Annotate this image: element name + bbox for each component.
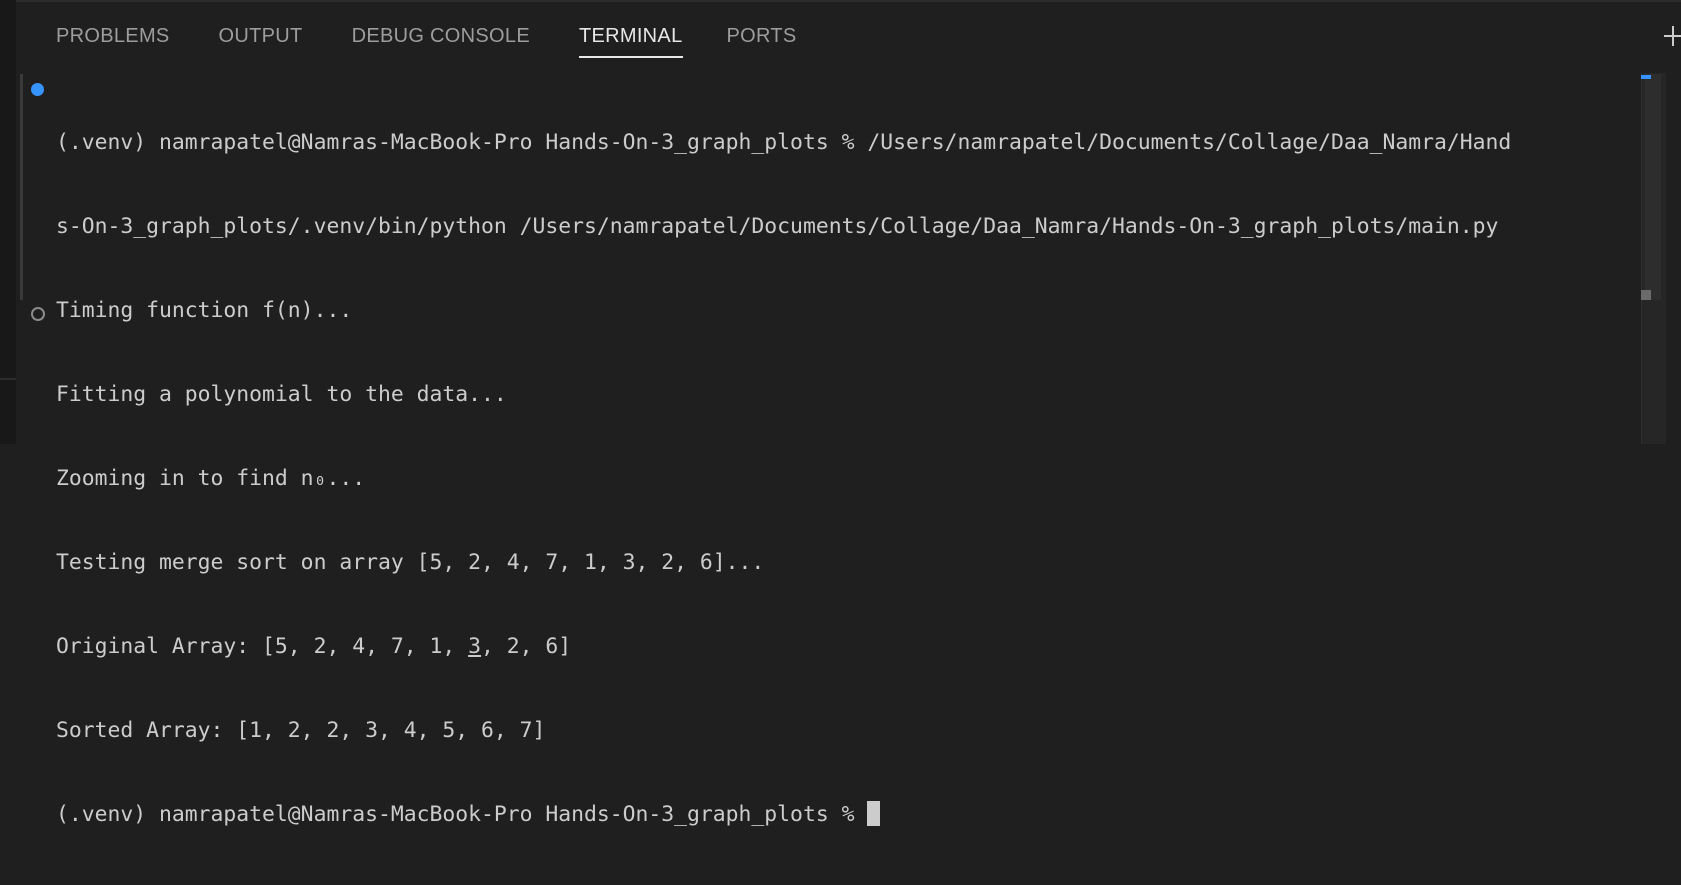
left-edge-mark — [0, 378, 16, 380]
terminal-line: Original Array: [5, 2, 4, 7, 1, 3, 2, 6] — [56, 633, 1636, 661]
terminal-cursor — [867, 801, 881, 826]
panel-top-border — [16, 0, 1681, 2]
tab-problems[interactable]: PROBLEMS — [56, 22, 170, 58]
terminal-line: Zooming in to find n₀... — [56, 466, 366, 491]
terminal-line: Testing merge sort on array [5, 2, 4, 7,… — [56, 550, 765, 575]
command-idle-decoration-icon[interactable] — [31, 307, 45, 321]
terminal-scrollbar-slider[interactable] — [1645, 74, 1661, 300]
terminal-text: Original Array: [5, 2, 4, 7, 1, — [56, 634, 469, 659]
tab-output[interactable]: OUTPUT — [219, 22, 303, 58]
terminal-link-char[interactable]: 3 — [468, 634, 481, 659]
command-success-decoration-icon[interactable] — [31, 83, 44, 96]
terminal-line: Fitting a polynomial to the data... — [56, 382, 507, 407]
terminal-line: Sorted Array: [1, 2, 2, 3, 4, 5, 6, 7] — [56, 718, 546, 743]
terminal-panel: PROBLEMS OUTPUT DEBUG CONSOLE TERMINAL P… — [0, 0, 1681, 827]
terminal-line: Timing function f(n)... — [56, 298, 353, 323]
terminal-text: , 2, 6] — [481, 634, 572, 659]
terminal-prompt: (.venv) namrapatel@Namras-MacBook-Pro Ha… — [56, 802, 868, 827]
terminal-line: s-On-3_graph_plots/.venv/bin/python /Use… — [56, 214, 1499, 239]
terminal-line: (.venv) namrapatel@Namras-MacBook-Pro Ha… — [56, 130, 1512, 155]
maximize-panel-icon[interactable] — [1664, 26, 1681, 46]
scrollbar-cursor-marker — [1641, 290, 1651, 300]
terminal-prompt-line[interactable]: (.venv) namrapatel@Namras-MacBook-Pro Ha… — [56, 801, 1636, 829]
terminal-output[interactable]: (.venv) namrapatel@Namras-MacBook-Pro Ha… — [56, 73, 1636, 885]
tab-debug-console[interactable]: DEBUG CONSOLE — [352, 22, 530, 58]
panel-tab-bar: PROBLEMS OUTPUT DEBUG CONSOLE TERMINAL P… — [56, 22, 797, 58]
scrollbar-command-marker — [1641, 75, 1651, 79]
left-edge-strip — [0, 0, 16, 444]
tab-ports[interactable]: PORTS — [727, 22, 797, 58]
tab-terminal[interactable]: TERMINAL — [578, 22, 683, 58]
command-group-bar — [20, 74, 23, 300]
